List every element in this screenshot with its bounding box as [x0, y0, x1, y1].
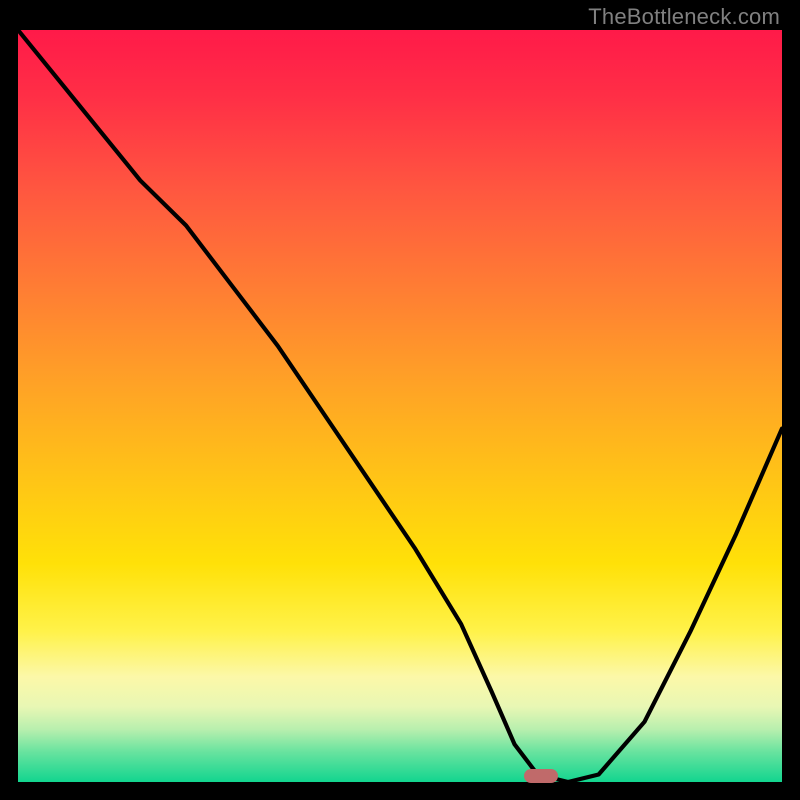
bottleneck-curve [18, 30, 782, 782]
optimum-marker [524, 769, 558, 783]
chart-frame: TheBottleneck.com [0, 0, 800, 800]
curve-path [18, 30, 782, 782]
watermark-label: TheBottleneck.com [588, 4, 780, 30]
plot-area [18, 30, 782, 782]
